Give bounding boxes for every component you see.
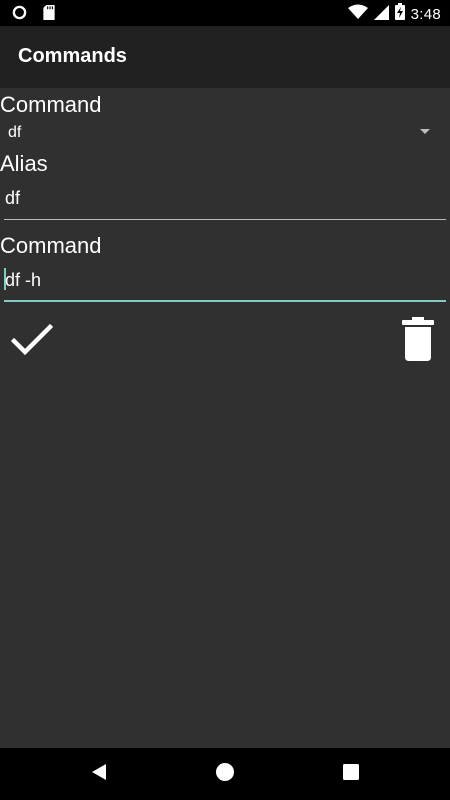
battery-charging-icon	[394, 3, 405, 25]
navigation-bar	[0, 748, 450, 800]
confirm-button[interactable]	[8, 320, 56, 364]
command-spinner-label: Command	[0, 92, 102, 117]
alias-underline	[4, 219, 446, 220]
command-label: Command	[0, 233, 102, 258]
command-underline	[4, 300, 446, 302]
command-field[interactable]: df -h	[4, 266, 446, 302]
recents-icon	[342, 763, 360, 786]
command-spinner[interactable]	[0, 116, 450, 152]
wifi-icon	[347, 4, 368, 25]
home-button[interactable]	[213, 762, 237, 786]
alias-field[interactable]: df	[4, 184, 446, 220]
alias-value: df	[5, 188, 21, 208]
app-bar: Commands	[0, 26, 450, 88]
back-icon	[90, 762, 108, 787]
delete-button[interactable]	[396, 316, 440, 366]
page-title: Commands	[18, 45, 127, 67]
status-bar: 3:48	[0, 0, 450, 26]
back-button[interactable]	[87, 762, 111, 786]
sd-card-icon	[43, 5, 55, 25]
alias-label: Alias	[0, 151, 48, 176]
dropdown-arrow-icon[interactable]	[420, 129, 430, 134]
recents-button[interactable]	[339, 762, 363, 786]
check-icon	[10, 323, 54, 362]
trash-icon	[401, 316, 435, 366]
status-time: 3:48	[410, 5, 441, 23]
command-spinner-value[interactable]: df	[8, 124, 21, 142]
command-value: df -h	[5, 270, 42, 290]
home-icon	[215, 762, 235, 787]
notification-dot-icon	[12, 5, 27, 25]
signal-icon	[373, 4, 389, 25]
